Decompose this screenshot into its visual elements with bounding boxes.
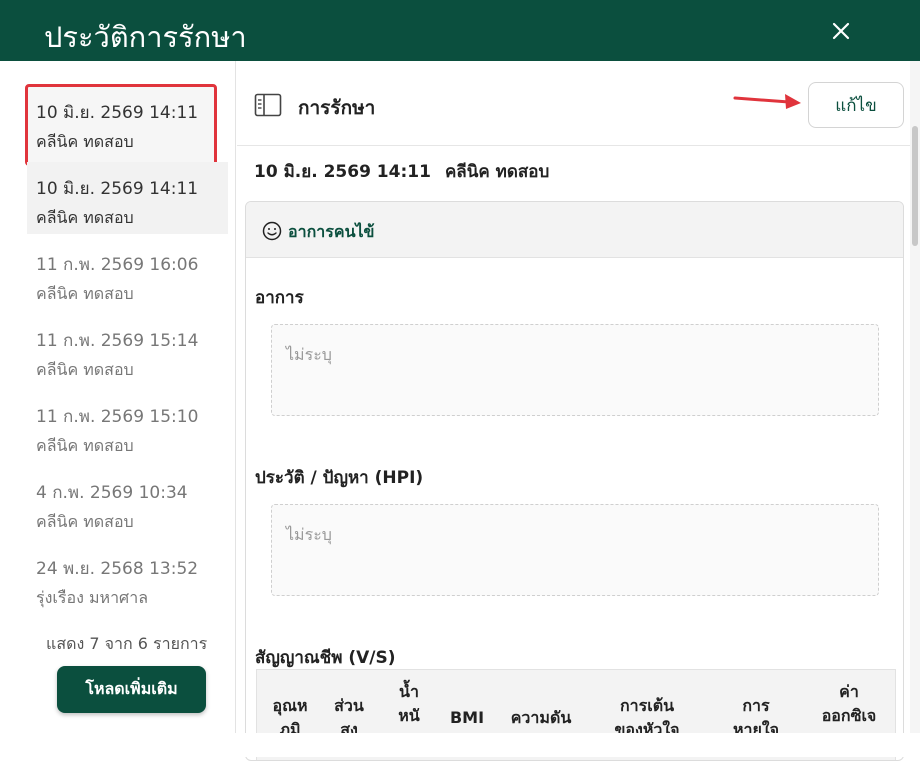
arrow-right-icon: [733, 94, 801, 109]
panel-scrollbar[interactable]: [910, 61, 920, 757]
hpi-label: ประวัติ / ปัญหา (HPI): [255, 468, 424, 488]
symptom-field[interactable]: ไม่ระบุ: [271, 324, 879, 416]
vitals-label: สัญญาณชีพ (V/S): [255, 648, 396, 668]
vitals-col-bmi: BMI: [445, 706, 489, 730]
close-button[interactable]: [826, 16, 856, 46]
history-item-date: 4 ก.พ. 2569 10:34: [36, 483, 188, 503]
history-item-date: 24 พ.ย. 2568 13:52: [36, 559, 199, 579]
vitals-col-bp-text: ความดัน: [510, 708, 572, 727]
history-item-clinic: คลีนิค ทดสอบ: [36, 284, 134, 303]
history-item-clinic: คลีนิค ทดสอบ: [36, 436, 134, 455]
vitals-col-bp: ความดัน: [501, 706, 581, 730]
vitals-col-oxygen: ค่า ออกซิเจ: [809, 680, 889, 728]
sidebar-panel-icon: [254, 93, 282, 117]
scrollbar-thumb[interactable]: [912, 126, 918, 246]
visit-date: 10 มิ.ย. 2569 14:11: [254, 162, 431, 182]
history-item-date: 11 ก.พ. 2569 16:06: [36, 255, 199, 275]
panel-divider: [237, 145, 910, 146]
history-item[interactable]: 4 ก.พ. 2569 10:34 คลีนิค ทดสอบ: [27, 466, 228, 538]
edit-button[interactable]: แก้ไข: [808, 82, 904, 128]
vitals-col-bmi-text: BMI: [449, 708, 485, 727]
section-title: อาการคนไข้: [288, 222, 375, 241]
history-item-date: 10 มิ.ย. 2569 14:11: [36, 103, 199, 123]
history-item-clinic: คลีนิค ทดสอบ: [36, 132, 134, 151]
history-item[interactable]: 24 พ.ย. 2568 13:52 รุ่งเรือง มหาศาล: [27, 542, 228, 614]
history-item-clinic: คลีนิค ทดสอบ: [36, 208, 134, 227]
modal-title: ประวัติการรักษา: [44, 20, 247, 54]
vitals-col-oxygen-text: ค่า ออกซิเจ: [821, 682, 877, 725]
history-item[interactable]: 10 มิ.ย. 2569 14:11 คลีนิค ทดสอบ: [27, 162, 228, 234]
panel-title: การรักษา: [298, 97, 376, 119]
card-header: อาการคนไข้: [246, 202, 903, 258]
hpi-field[interactable]: ไม่ระบุ: [271, 504, 879, 596]
visit-clinic: คลีนิค ทดสอบ: [444, 162, 550, 182]
symptom-label: อาการ: [255, 288, 304, 308]
history-item-date: 10 มิ.ย. 2569 14:11: [36, 179, 199, 199]
history-item-clinic: คลีนิค ทดสอบ: [36, 512, 134, 531]
history-item-clinic: รุ่งเรือง มหาศาล: [36, 588, 148, 607]
visit-info: 10 มิ.ย. 2569 14:11 คลีนิค ทดสอบ: [254, 158, 549, 185]
history-item[interactable]: 10 มิ.ย. 2569 14:11 คลีนิค ทดสอบ: [27, 86, 228, 158]
treatment-history-modal: ประวัติการรักษา 10 มิ.ย. 2569 14:11 คลีน…: [0, 0, 920, 761]
smile-icon: [262, 221, 282, 241]
patient-symptoms-card: อาการคนไข้ อาการ ไม่ระบุ ประวัติ / ปัญหา…: [245, 201, 904, 761]
list-count-text: แสดง 7 จาก 6 รายการ: [46, 634, 208, 653]
modal-header: ประวัติการรักษา: [0, 0, 920, 61]
load-more-button[interactable]: โหลดเพิ่มเติม: [57, 666, 206, 713]
history-item-date: 11 ก.พ. 2569 15:10: [36, 407, 199, 427]
bottom-area: [0, 733, 920, 757]
vitals-col-weight: น้ำ หนั: [387, 680, 431, 728]
history-item[interactable]: 11 ก.พ. 2569 15:10 คลีนิค ทดสอบ: [27, 390, 228, 462]
history-item-date: 11 ก.พ. 2569 15:14: [36, 331, 199, 351]
vitals-col-weight-text: น้ำ หนั: [398, 682, 420, 725]
history-item[interactable]: 11 ก.พ. 2569 15:14 คลีนิค ทดสอบ: [27, 314, 228, 386]
history-item-clinic: คลีนิค ทดสอบ: [36, 360, 134, 379]
close-icon: [832, 22, 850, 40]
history-item[interactable]: 11 ก.พ. 2569 16:06 คลีนิค ทดสอบ: [27, 238, 228, 310]
